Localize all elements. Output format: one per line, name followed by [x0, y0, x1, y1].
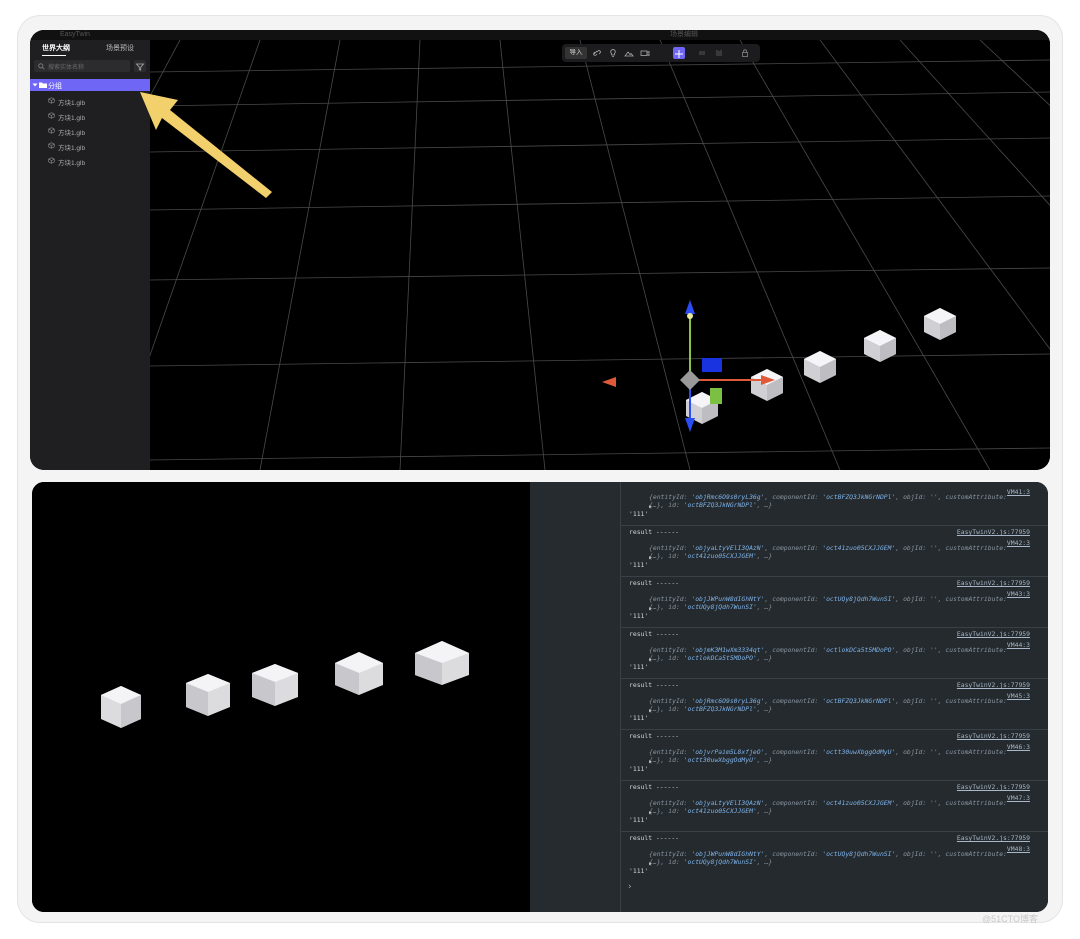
component-id-value: 'octlokDCa5t5MDoPO' [822, 647, 896, 654]
expand-triangle-icon[interactable]: ▶ [649, 606, 652, 611]
link-icon[interactable] [592, 48, 602, 58]
result-label: result ------ [629, 834, 680, 842]
expand-triangle-icon[interactable]: ▶ [649, 657, 652, 662]
console-prompt[interactable]: › [627, 882, 632, 892]
component-id-value: 'octBFZQ3JkNGrNDPl' [822, 494, 896, 501]
devtools-sidebar [530, 482, 621, 912]
id-value: 'octUQy8jQdh7WunSI' [683, 857, 757, 866]
preview-cubes [101, 641, 469, 728]
import-button[interactable]: 导入 [565, 47, 587, 59]
annotation-arrow-icon [140, 92, 272, 198]
component-id-value: 'octBFZQ3JkNGrNDPl' [822, 698, 896, 705]
console-result-row: result ------ EasyTwinV2.js:77959 [621, 525, 1048, 538]
source-file-link[interactable]: EasyTwinV2.js:77959 [957, 681, 1030, 689]
id-value: 'octt30uwXbggOdMyU' [683, 755, 757, 764]
move-tool-button[interactable] [673, 47, 685, 59]
source-file-link[interactable]: EasyTwinV2.js:77959 [957, 783, 1030, 791]
id-value: 'oct41zuo05CXJJGEM' [683, 806, 757, 815]
editor-window: EasyTwin 场景编辑 世界大纲 场景预设 搜索实体名称 分组 方块1.gl… [30, 30, 1050, 470]
terrain-icon[interactable] [624, 48, 634, 58]
source-file-link[interactable]: EasyTwinV2.js:77959 [957, 528, 1030, 536]
console-result-row: result ------ EasyTwinV2.js:77959 [621, 627, 1048, 640]
devtools-panel: VM41:3 ▶ {entityId: 'objRmc6O9s0ryL36g', c… [530, 482, 1048, 912]
console-result-row: result ------ EasyTwinV2.js:77959 [621, 831, 1048, 844]
console-output[interactable]: VM41:3 ▶ {entityId: 'objRmc6O9s0ryL36g', c… [621, 482, 1048, 912]
expand-triangle-icon[interactable]: ▶ [649, 555, 652, 560]
move-icon [675, 50, 683, 58]
logged-string: '111' [629, 816, 649, 824]
component-id-value: 'oct41zuo05CXJJGEM' [822, 545, 896, 552]
preview-canvas[interactable] [32, 482, 530, 912]
logged-object[interactable]: ▶ {entityId: 'objJWPunW8dIGhNtY', compone… [639, 596, 1034, 611]
expand-triangle-icon[interactable]: ▶ [649, 708, 652, 713]
source-file-link[interactable]: EasyTwinV2.js:77959 [957, 579, 1030, 587]
component-id-value: 'oct41zuo05CXJJGEM' [822, 800, 896, 807]
cube-models [686, 308, 956, 424]
id-value: 'oct41zuo05CXJJGEM' [683, 551, 757, 560]
id-value: 'octBFZQ3JkNGrNDPl' [683, 500, 757, 509]
result-label: result ------ [629, 681, 680, 689]
logged-object[interactable]: ▶ {entityId: 'objRmc6O9s0ryL36g', compone… [639, 494, 1034, 509]
source-file-link[interactable]: EasyTwinV2.js:77959 [957, 732, 1030, 740]
result-label: result ------ [629, 579, 680, 587]
viewport-toolbar: 导入 [562, 44, 760, 62]
logged-string: '111' [629, 663, 649, 671]
component-id-value: 'octUQy8jQdh7WunSI' [822, 596, 896, 603]
component-id-value: 'octUQy8jQdh7WunSI' [822, 851, 896, 858]
logged-string: '111' [629, 510, 649, 518]
id-value: 'octUQy8jQdh7WunSI' [683, 602, 757, 611]
logged-string: '111' [629, 561, 649, 569]
expand-triangle-icon[interactable]: ▶ [649, 759, 652, 764]
expand-triangle-icon[interactable]: ▶ [649, 861, 652, 866]
camera-icon[interactable] [640, 48, 650, 58]
logged-string: '111' [629, 867, 649, 875]
logged-object[interactable]: ▶ {entityId: 'objRmc6O9s0ryL36g', compone… [639, 698, 1034, 713]
console-result-row: result ------ EasyTwinV2.js:77959 [621, 780, 1048, 793]
id-value: 'octBFZQ3JkNGrNDPl' [683, 704, 757, 713]
watermark: @51CTO博客 [982, 914, 1038, 924]
source-file-link[interactable]: EasyTwinV2.js:77959 [957, 834, 1030, 842]
source-file-link[interactable]: EasyTwinV2.js:77959 [957, 630, 1030, 638]
expand-triangle-icon[interactable]: ▶ [649, 504, 652, 509]
result-label: result ------ [629, 528, 680, 536]
console-result-row: result ------ EasyTwinV2.js:77959 [621, 576, 1048, 589]
logged-string: '111' [629, 714, 649, 722]
light-icon[interactable] [608, 48, 618, 58]
logged-string: '111' [629, 765, 649, 773]
runtime-window: VM41:3 ▶ {entityId: 'objRmc6O9s0ryL36g', c… [32, 482, 1048, 912]
logged-object[interactable]: ▶ {entityId: 'objyaLtyVElI3QAzN', compone… [639, 800, 1034, 815]
component-id-value: 'octt30uwXbggOdMyU' [822, 749, 896, 756]
lock-icon[interactable] [740, 48, 750, 58]
logged-string: '111' [629, 612, 649, 620]
console-result-row: result ------ EasyTwinV2.js:77959 [621, 678, 1048, 691]
expand-triangle-icon[interactable]: ▶ [649, 810, 652, 815]
result-label: result ------ [629, 732, 680, 740]
logged-object[interactable]: ▶ {entityId: 'objmK3M1wXm3334qt', compone… [639, 647, 1034, 662]
result-label: result ------ [629, 630, 680, 638]
logged-object[interactable]: ▶ {entityId: 'objvrPaim5L8xfjeO', compone… [639, 749, 1034, 764]
result-label: result ------ [629, 783, 680, 791]
rotate-icon[interactable] [697, 48, 707, 58]
runtime-preview[interactable] [32, 482, 530, 912]
scale-icon[interactable] [714, 48, 724, 58]
logged-object[interactable]: ▶ {entityId: 'objJWPunW8dIGhNtY', compone… [639, 851, 1034, 866]
logged-object[interactable]: ▶ {entityId: 'objyaLtyVElI3QAzN', compone… [639, 545, 1034, 560]
window-title: 场景编辑 [670, 31, 698, 38]
console-result-row: result ------ EasyTwinV2.js:77959 [621, 729, 1048, 742]
id-value: 'octlokDCa5t5MDoPO' [683, 653, 757, 662]
